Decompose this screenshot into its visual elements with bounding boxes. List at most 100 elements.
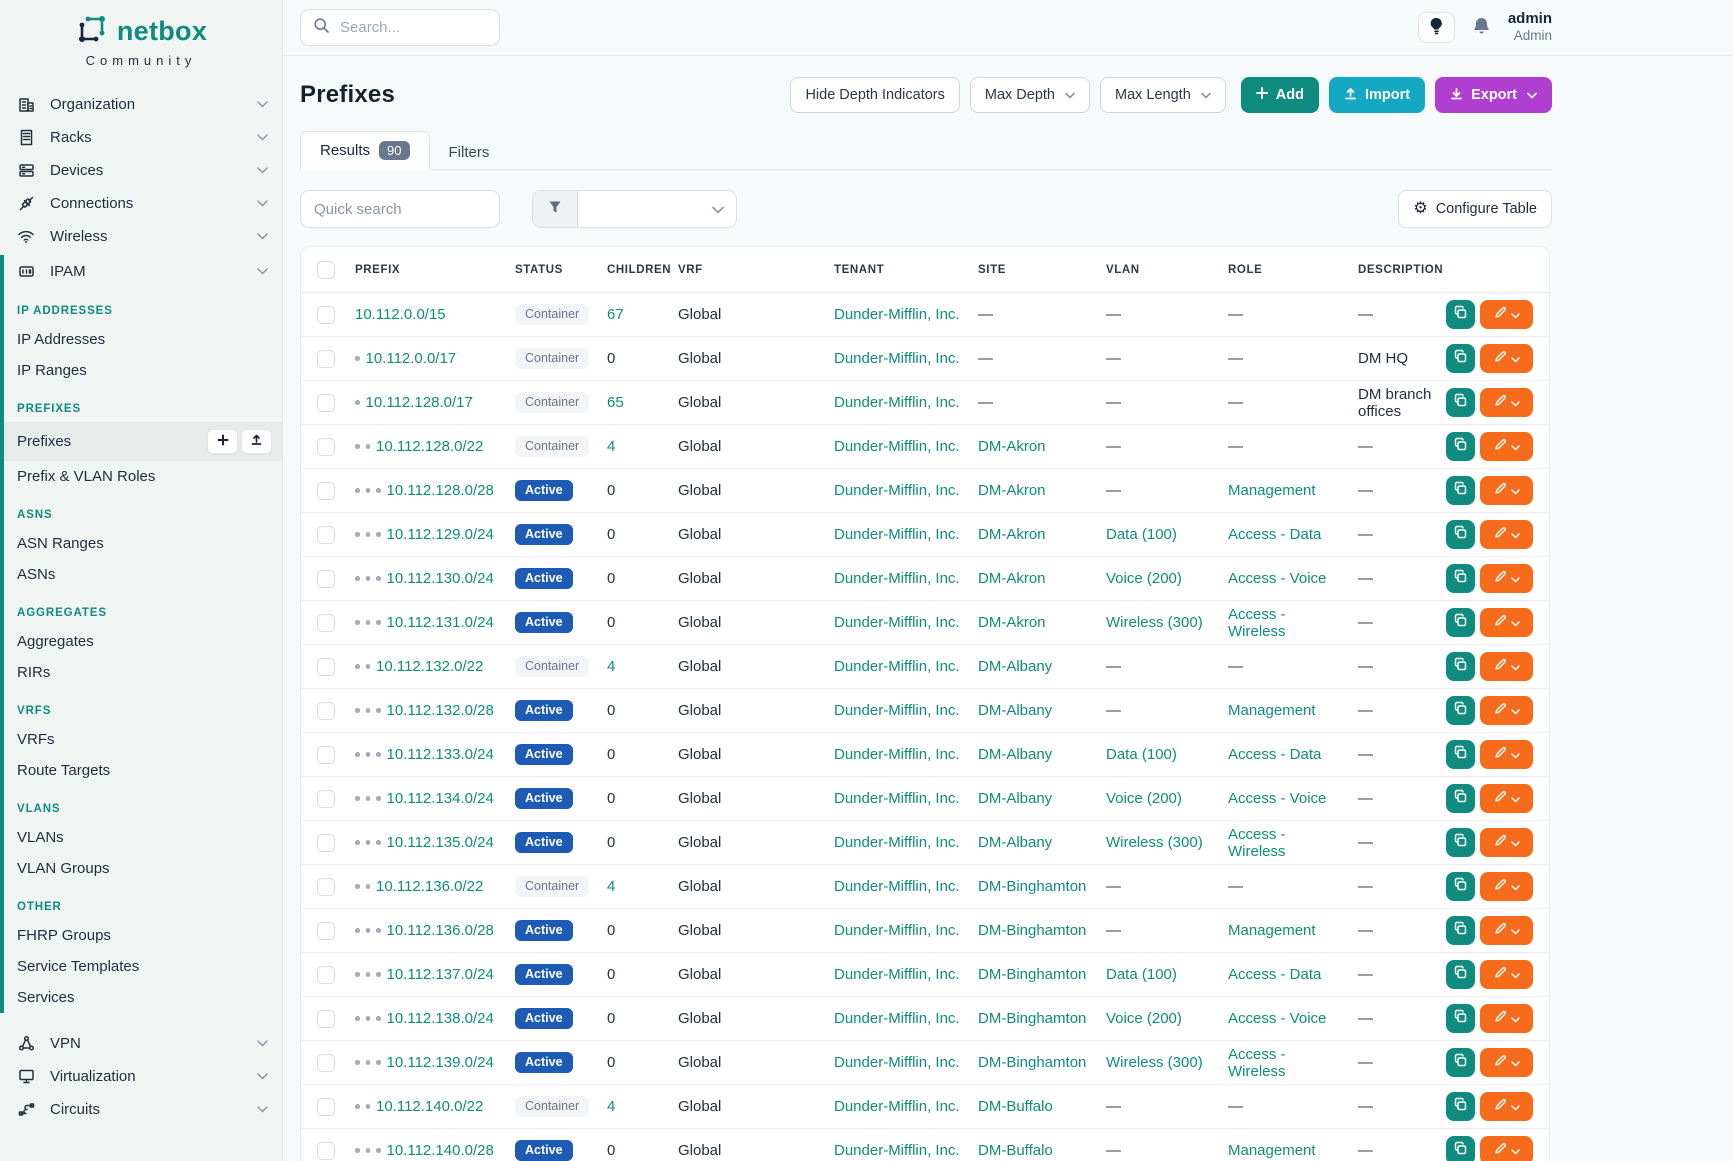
row-checkbox[interactable] [317,966,335,984]
prefix-link[interactable]: 10.112.130.0/24 [387,570,494,587]
row-checkbox[interactable] [317,526,335,544]
edit-button[interactable] [1480,916,1533,945]
sidebar-item-route-targets[interactable]: Route Targets [4,755,282,786]
prefix-link[interactable]: 10.112.132.0/22 [376,658,483,675]
edit-button[interactable] [1480,960,1533,989]
column-header-vrf[interactable]: VRF [670,247,826,293]
add-button[interactable]: Add [1241,77,1319,113]
edit-button[interactable] [1480,476,1533,505]
row-checkbox[interactable] [317,570,335,588]
sidebar-item-organization[interactable]: Organization [0,88,282,121]
edit-button[interactable] [1480,432,1533,461]
sidebar-item-devices[interactable]: Devices [0,154,282,187]
sidebar-item-vlan-groups[interactable]: VLAN Groups [4,853,282,884]
select-all-checkbox[interactable] [317,261,335,279]
prefix-link[interactable]: 10.112.136.0/28 [387,922,494,939]
copy-button[interactable] [1446,520,1475,549]
global-search[interactable] [300,9,500,46]
copy-button[interactable] [1446,916,1475,945]
configure-table-button[interactable]: ⚙ Configure Table [1398,190,1552,228]
sidebar-item-virtualization[interactable]: Virtualization [0,1060,282,1093]
edit-button[interactable] [1480,520,1533,549]
row-checkbox[interactable] [317,482,335,500]
sidebar-item-prefix-and-vlan-roles[interactable]: Prefix & VLAN Roles [4,461,282,492]
copy-button[interactable] [1446,476,1475,505]
row-checkbox[interactable] [317,350,335,368]
sidebar-item-vpn[interactable]: VPN [0,1027,282,1060]
copy-button[interactable] [1446,388,1475,417]
export-button[interactable]: Export [1435,77,1552,113]
hide-depth-indicators-button[interactable]: Hide Depth Indicators [790,77,959,113]
column-header-prefix[interactable]: PREFIX [347,247,507,293]
sidebar-item-asn-ranges[interactable]: ASN Ranges [4,528,282,559]
max-length-dropdown[interactable]: Max Length [1100,77,1226,113]
row-checkbox[interactable] [317,1098,335,1116]
prefix-link[interactable]: 10.112.140.0/22 [376,1098,483,1115]
prefix-link[interactable]: 10.112.128.0/28 [387,482,494,499]
edit-button[interactable] [1480,740,1533,769]
filter-button[interactable] [533,191,578,227]
edit-button[interactable] [1480,696,1533,725]
edit-button[interactable] [1480,608,1533,637]
sidebar-item-vrfs[interactable]: VRFs [4,724,282,755]
edit-button[interactable] [1480,1048,1533,1077]
row-checkbox[interactable] [317,438,335,456]
prefix-link[interactable]: 10.112.138.0/24 [387,1010,494,1027]
sidebar-item-wireless[interactable]: Wireless [0,220,282,253]
sidebar-item-ip-addresses[interactable]: IP Addresses [4,324,282,355]
row-checkbox[interactable] [317,790,335,808]
sidebar-item-connections[interactable]: Connections [0,187,282,220]
prefix-link[interactable]: 10.112.132.0/28 [387,702,494,719]
sidebar-item-services[interactable]: Services [4,982,282,1013]
sidebar-item-ip-ranges[interactable]: IP Ranges [4,355,282,386]
copy-button[interactable] [1446,1048,1475,1077]
row-checkbox[interactable] [317,614,335,632]
row-checkbox[interactable] [317,306,335,324]
max-depth-dropdown[interactable]: Max Depth [970,77,1090,113]
sidebar-item-vlans[interactable]: VLANs [4,822,282,853]
row-checkbox[interactable] [317,746,335,764]
column-header-site[interactable]: SITE [970,247,1098,293]
row-checkbox[interactable] [317,702,335,720]
edit-button[interactable] [1480,388,1533,417]
row-checkbox[interactable] [317,1054,335,1072]
prefix-link[interactable]: 10.112.0.0/17 [366,350,457,367]
row-checkbox[interactable] [317,394,335,412]
copy-button[interactable] [1446,1136,1475,1161]
edit-button[interactable] [1480,1092,1533,1121]
sidebar-item-circuits[interactable]: Circuits [0,1093,282,1126]
copy-button[interactable] [1446,300,1475,329]
sidebar-item-racks[interactable]: Racks [0,121,282,154]
edit-button[interactable] [1480,564,1533,593]
copy-button[interactable] [1446,1004,1475,1033]
theme-toggle-button[interactable] [1418,12,1455,43]
tab-filters[interactable]: Filters [430,135,509,170]
notifications-button[interactable] [1472,16,1491,40]
quick-add-button[interactable] [207,429,238,454]
prefix-link[interactable]: 10.112.139.0/24 [387,1054,494,1071]
row-checkbox[interactable] [317,1010,335,1028]
sidebar-item-aggregates[interactable]: Aggregates [4,626,282,657]
row-checkbox[interactable] [317,834,335,852]
quick-import-button[interactable] [241,429,272,454]
edit-button[interactable] [1480,784,1533,813]
copy-button[interactable] [1446,828,1475,857]
edit-button[interactable] [1480,1136,1533,1161]
brand-logo[interactable]: netbox Community [0,12,282,68]
filter-select-dropdown[interactable] [578,191,736,227]
row-checkbox[interactable] [317,658,335,676]
prefix-link[interactable]: 10.112.128.0/22 [376,438,483,455]
copy-button[interactable] [1446,872,1475,901]
row-checkbox[interactable] [317,922,335,940]
sidebar-item-rirs[interactable]: RIRs [4,657,282,688]
tab-results[interactable]: Results 90 [300,131,430,170]
copy-button[interactable] [1446,1092,1475,1121]
sidebar-item-fhrp-groups[interactable]: FHRP Groups [4,920,282,951]
prefix-link[interactable]: 10.112.134.0/24 [387,790,494,807]
prefix-link[interactable]: 10.112.0.0/15 [355,306,446,323]
copy-button[interactable] [1446,740,1475,769]
copy-button[interactable] [1446,432,1475,461]
prefix-link[interactable]: 10.112.129.0/24 [387,526,494,543]
prefix-link[interactable]: 10.112.137.0/24 [387,966,494,983]
quick-search-input[interactable] [300,190,500,228]
